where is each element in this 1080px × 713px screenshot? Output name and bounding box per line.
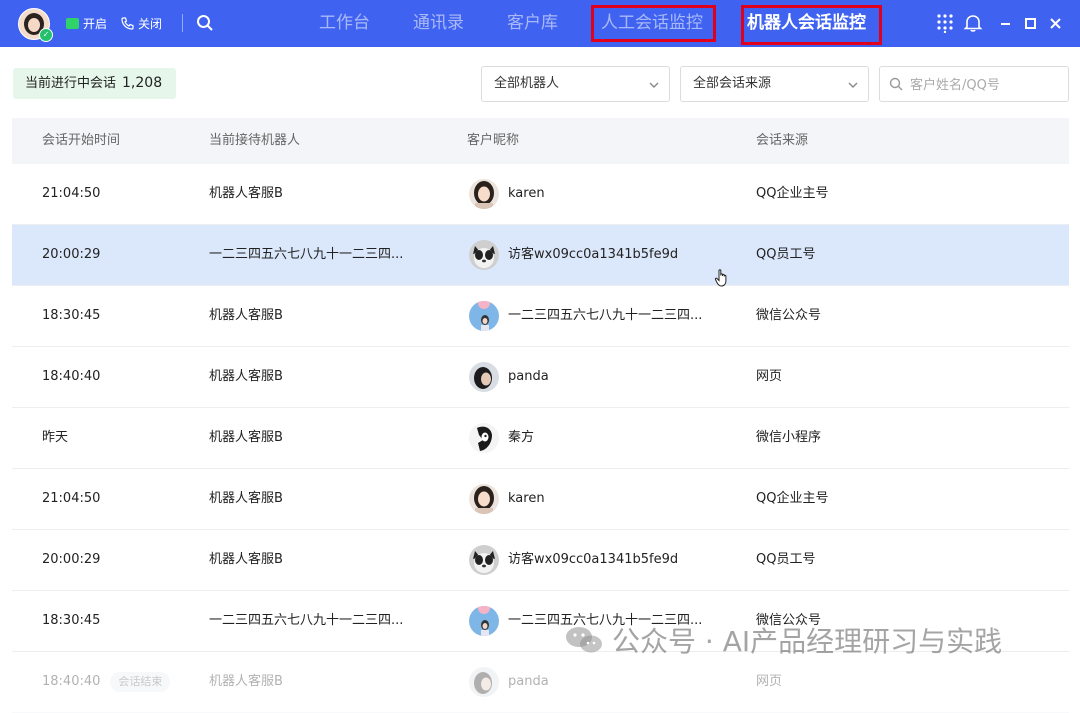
- maximize-icon[interactable]: [1021, 13, 1041, 33]
- cell-start-time: 18:40:40: [42, 369, 101, 384]
- cell-start-time: 昨天: [42, 430, 69, 445]
- table-row[interactable]: 20:00:29 机器人客服B 访客wx09cc0a1341b5fe9d QQ员工号: [12, 530, 1069, 591]
- online-check-icon: ✓: [39, 28, 53, 42]
- cell-customer: karen: [508, 186, 545, 201]
- source-filter-value: 全部会话来源: [693, 76, 772, 91]
- cell-start-time: 18:30:45: [42, 613, 101, 628]
- table-header: 会话开始时间 当前接待机器人 客户昵称 会话来源: [12, 118, 1069, 164]
- annotation-box-robot: [741, 5, 882, 45]
- table-row[interactable]: 18:30:45 机器人客服B 一二三四五六七八九十一二三四... 微信公众号: [12, 286, 1069, 347]
- cell-source: QQ员工号: [756, 552, 816, 567]
- close-label: 关闭: [138, 17, 163, 31]
- source-filter-select[interactable]: 全部会话来源: [680, 66, 869, 102]
- open-button[interactable]: 开启: [66, 15, 107, 32]
- search-icon[interactable]: [196, 14, 214, 32]
- open-label: 开启: [83, 17, 108, 31]
- cell-source: QQ企业主号: [756, 186, 829, 201]
- cell-robot: 机器人客服B: [209, 552, 283, 567]
- cell-customer: 访客wx09cc0a1341b5fe9d: [508, 247, 679, 262]
- table-row[interactable]: 昨天 机器人客服B 秦方 微信小程序: [12, 408, 1069, 469]
- cell-customer: 秦方: [508, 430, 535, 445]
- close-window-icon[interactable]: [1046, 13, 1066, 33]
- header-source: 会话来源: [756, 133, 809, 148]
- table-row[interactable]: 21:04:50 机器人客服B karen QQ企业主号: [12, 469, 1069, 530]
- cell-start-time: 18:40:40 会话结束: [42, 652, 171, 712]
- cell-robot: 机器人客服B: [209, 308, 283, 323]
- cell-source: QQ企业主号: [756, 491, 829, 506]
- header-robot: 当前接待机器人: [209, 133, 301, 148]
- cell-source: 微信公众号: [756, 308, 822, 323]
- active-session-number: 1,208: [122, 75, 163, 91]
- cell-robot: 一二三四五六七八九十一二三四...: [209, 247, 404, 262]
- close-button[interactable]: 关闭: [121, 15, 162, 32]
- cell-customer: karen: [508, 491, 545, 506]
- search-icon: [889, 77, 903, 91]
- active-session-label: 当前进行中会话: [25, 76, 117, 91]
- cell-customer: 一二三四五六七八九十一二三四...: [508, 308, 703, 323]
- annotation-box-human: [591, 5, 716, 42]
- cell-start-time: 21:04:50: [42, 491, 101, 506]
- cell-robot: 机器人客服B: [209, 491, 283, 506]
- cell-source: 微信小程序: [756, 430, 822, 445]
- robot-filter-select[interactable]: 全部机器人: [481, 66, 670, 102]
- nav-workbench[interactable]: 工作台: [319, 0, 370, 47]
- bell-icon[interactable]: [963, 13, 983, 33]
- cell-robot: 机器人客服B: [209, 430, 283, 445]
- customer-search-input[interactable]: [908, 73, 1062, 97]
- top-bar: ✓ 开启 关闭 工作台 通讯录 客户库 人工会话监控 机器人会话监控: [0, 0, 1080, 47]
- chevron-down-icon: [649, 82, 659, 88]
- girl-sky-avatar: [469, 301, 499, 331]
- table-row[interactable]: 20:00:29 一二三四五六七八九十一二三四... 访客wx09cc0a1341b…: [12, 225, 1069, 286]
- cell-robot: 机器人客服B: [209, 186, 283, 201]
- cell-customer: panda: [508, 369, 549, 384]
- minimize-icon[interactable]: [996, 13, 1016, 33]
- message-icon: [66, 18, 79, 29]
- cell-start-time: 18:30:45: [42, 308, 101, 323]
- wechat-icon: [566, 627, 602, 653]
- cat-avatar: [469, 545, 499, 575]
- nav-contacts[interactable]: 通讯录: [413, 0, 464, 47]
- sketch-avatar: [469, 423, 499, 453]
- cell-customer: 访客wx09cc0a1341b5fe9d: [508, 552, 679, 567]
- table-row[interactable]: 21:04:50 机器人客服B karen QQ企业主号: [12, 164, 1069, 225]
- girl-sky-avatar: [469, 606, 499, 636]
- woman-avatar: [469, 484, 499, 514]
- active-session-count: 当前进行中会话 1,208: [13, 68, 177, 99]
- header-start-time: 会话开始时间: [42, 133, 121, 148]
- cell-source: 网页: [756, 369, 783, 384]
- apps-grid-icon[interactable]: [935, 13, 955, 33]
- chevron-down-icon: [848, 82, 858, 88]
- table-row[interactable]: 18:40:40 机器人客服B panda 网页: [12, 347, 1069, 408]
- cell-start-time: 20:00:29: [42, 552, 101, 567]
- table-row[interactable]: 18:40:40 会话结束 机器人客服B panda 网页: [12, 652, 1069, 713]
- cat-avatar: [469, 240, 499, 270]
- cell-start-time: 20:00:29: [42, 247, 101, 262]
- hand-cursor-icon: [714, 269, 727, 287]
- nav-customer-db[interactable]: 客户库: [507, 0, 558, 47]
- cell-robot: 一二三四五六七八九十一二三四...: [209, 613, 404, 628]
- divider: [182, 14, 183, 32]
- session-ended-badge: 会话结束: [110, 671, 171, 692]
- watermark: 公众号 · AI产品经理研习与实践: [564, 620, 1002, 660]
- woman-avatar: [469, 179, 499, 209]
- customer-search[interactable]: [879, 66, 1069, 102]
- cell-robot: 机器人客服B: [209, 674, 283, 689]
- man-avatar: [469, 362, 499, 392]
- cell-robot: 机器人客服B: [209, 369, 283, 384]
- cell-customer: panda: [508, 674, 549, 689]
- cell-source: QQ员工号: [756, 247, 816, 262]
- robot-filter-value: 全部机器人: [494, 76, 560, 91]
- phone-icon: [121, 17, 134, 30]
- watermark-text: 公众号 · AI产品经理研习与实践: [612, 625, 1003, 658]
- cell-start-time: 21:04:50: [42, 186, 101, 201]
- cell-source: 网页: [756, 674, 783, 689]
- user-avatar[interactable]: ✓: [18, 8, 53, 42]
- header-customer: 客户昵称: [467, 133, 520, 148]
- man-avatar: [469, 667, 499, 697]
